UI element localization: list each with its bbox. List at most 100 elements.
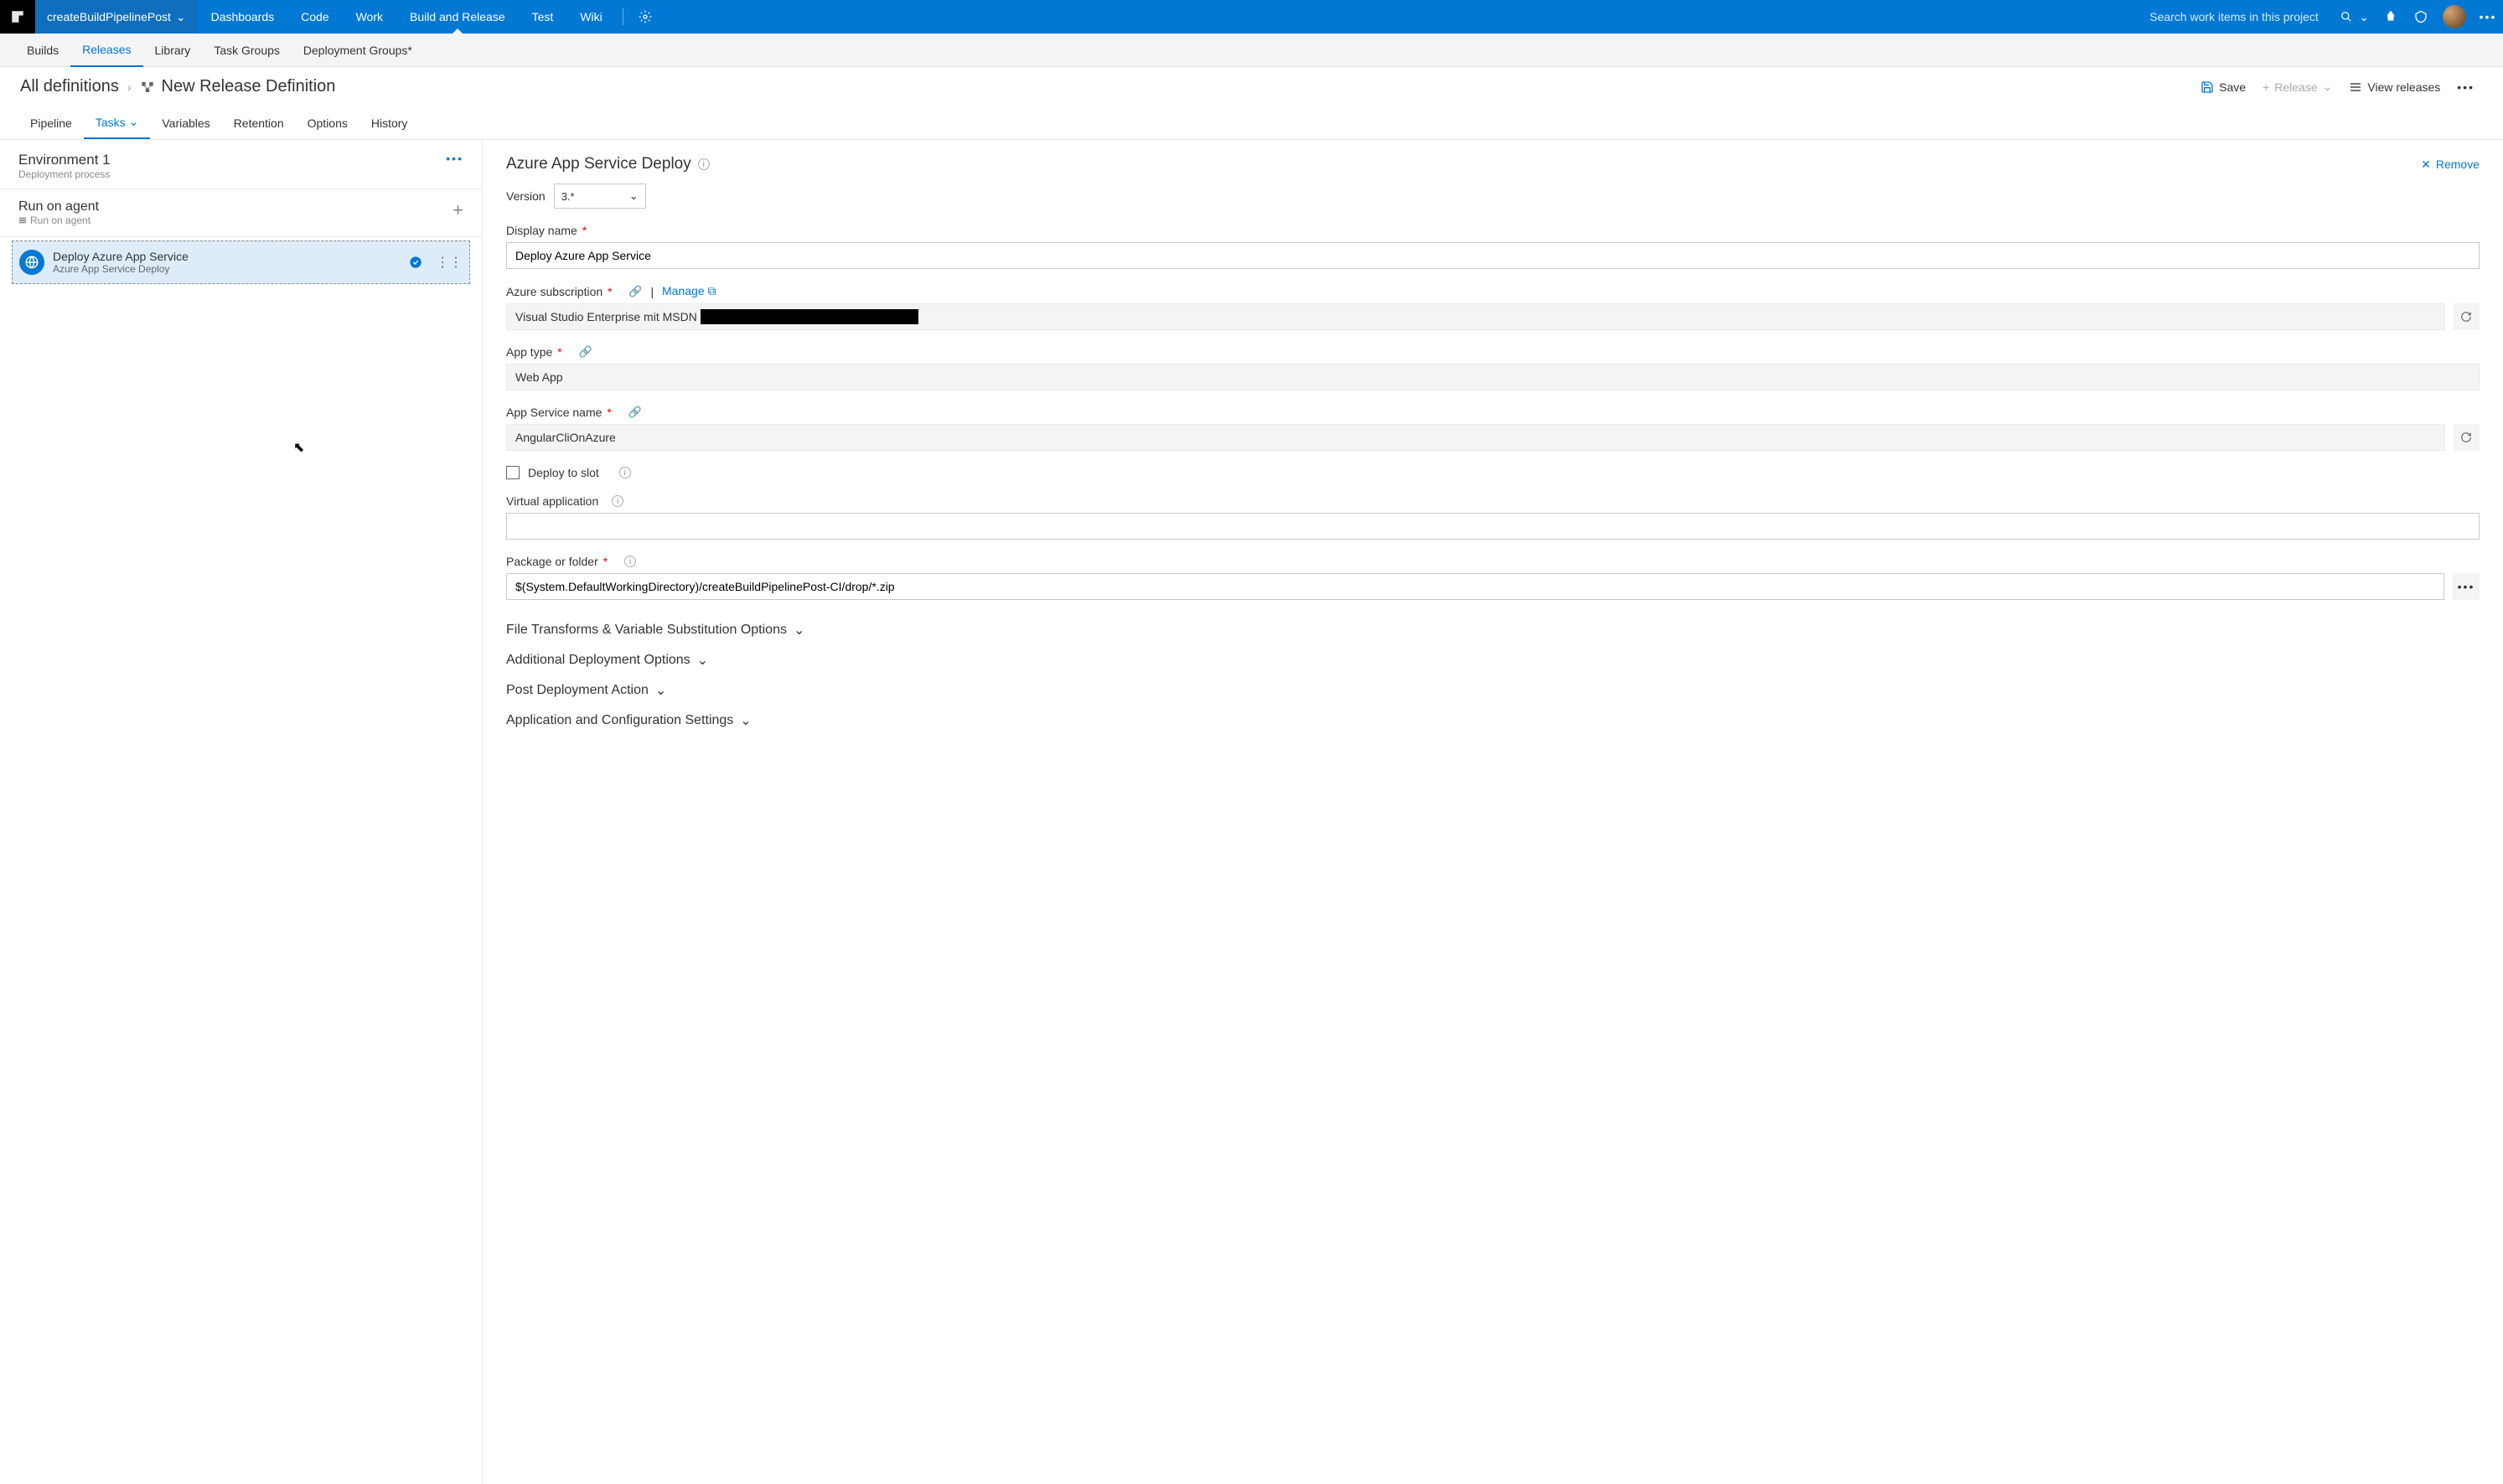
- task-subtitle: Azure App Service Deploy: [53, 263, 189, 275]
- nav-dashboards[interactable]: Dashboards: [198, 0, 288, 34]
- task-list-panel: Environment 1 Deployment process ••• Run…: [0, 140, 483, 1484]
- expander-deployment-options[interactable]: Additional Deployment Options ⌄: [506, 645, 2480, 675]
- info-icon[interactable]: i: [624, 556, 636, 567]
- virtual-app-input[interactable]: [506, 513, 2480, 540]
- redacted-text: [701, 309, 918, 324]
- nav-build-release[interactable]: Build and Release: [396, 0, 519, 34]
- subnav-task-groups[interactable]: Task Groups: [202, 34, 292, 67]
- main-content: Environment 1 Deployment process ••• Run…: [0, 140, 2503, 1484]
- app-type-label: App type * 🔗: [506, 345, 2480, 359]
- deploy-to-slot-checkbox[interactable]: Deploy to slot i: [506, 466, 2480, 479]
- tab-variables[interactable]: Variables: [150, 108, 221, 138]
- tab-pipeline[interactable]: Pipeline: [18, 108, 84, 138]
- tab-tasks[interactable]: Tasks ⌄: [84, 106, 151, 139]
- chevron-down-icon: ⌄: [655, 682, 666, 699]
- close-icon: ✕: [2421, 158, 2431, 172]
- display-name-input[interactable]: [506, 242, 2480, 269]
- task-item-deploy-azure[interactable]: Deploy Azure App Service Azure App Servi…: [12, 240, 470, 284]
- view-releases-button[interactable]: View releases: [2340, 80, 2449, 94]
- remove-button[interactable]: ✕ Remove: [2421, 158, 2480, 172]
- tab-history[interactable]: History: [359, 108, 420, 138]
- panel-title: Azure App Service Deploy i: [506, 155, 710, 173]
- nav-wiki[interactable]: Wiki: [566, 0, 615, 34]
- search-input[interactable]: [2149, 10, 2334, 23]
- chevron-down-icon: ⌄: [176, 10, 186, 24]
- chevron-down-icon[interactable]: ⌄: [2359, 10, 2369, 24]
- info-icon[interactable]: i: [619, 467, 631, 478]
- browse-icon[interactable]: •••: [2453, 573, 2480, 600]
- more-icon[interactable]: •••: [2473, 0, 2503, 34]
- nav-work[interactable]: Work: [343, 0, 396, 34]
- help-icon[interactable]: [2406, 0, 2436, 34]
- add-task-icon[interactable]: +: [453, 199, 463, 221]
- task-detail-panel: Azure App Service Deploy i ✕ Remove Vers…: [483, 140, 2503, 1484]
- drag-grip-icon[interactable]: ⋮⋮: [436, 254, 463, 271]
- chevron-down-icon: ⌄: [2323, 80, 2333, 94]
- breadcrumb-root[interactable]: All definitions: [20, 77, 119, 96]
- settings-icon[interactable]: [630, 0, 660, 34]
- subnav-deployment-groups[interactable]: Deployment Groups*: [292, 34, 424, 67]
- tab-options[interactable]: Options: [296, 108, 359, 138]
- shopping-icon[interactable]: [2376, 0, 2406, 34]
- expander-post-deployment[interactable]: Post Deployment Action ⌄: [506, 675, 2480, 706]
- check-icon: [409, 256, 422, 269]
- subnav-releases[interactable]: Releases: [70, 34, 142, 67]
- virtual-app-label: Virtual application i: [506, 494, 2480, 508]
- environment-more-icon[interactable]: •••: [446, 152, 463, 165]
- environment-subtitle: Deployment process: [18, 168, 111, 180]
- info-icon[interactable]: i: [698, 158, 710, 170]
- definition-tabs: Pipeline Tasks ⌄ Variables Retention Opt…: [0, 106, 2503, 140]
- save-button[interactable]: Save: [2192, 80, 2254, 94]
- phase-subtitle: Run on agent: [18, 215, 99, 226]
- expander-app-config[interactable]: Application and Configuration Settings ⌄: [506, 706, 2480, 736]
- hub-subnav: Builds Releases Library Task Groups Depl…: [0, 34, 2503, 67]
- definition-icon: [140, 80, 155, 95]
- more-actions[interactable]: •••: [2449, 80, 2483, 94]
- titlebar: All definitions › New Release Definition…: [0, 67, 2503, 106]
- link-icon[interactable]: 🔗: [628, 285, 642, 298]
- cursor-icon: ⬉: [293, 439, 304, 456]
- project-name: createBuildPipelinePost: [47, 10, 171, 23]
- package-input[interactable]: [506, 573, 2444, 600]
- chevron-down-icon: ⌄: [794, 622, 804, 639]
- package-label: Package or folder * i: [506, 555, 2480, 568]
- display-name-label: Display name *: [506, 224, 2480, 237]
- chevron-down-icon: ⌄: [697, 652, 708, 669]
- link-icon[interactable]: 🔗: [628, 406, 642, 419]
- manage-link[interactable]: Manage ⧉: [662, 284, 716, 298]
- nav-test[interactable]: Test: [519, 0, 567, 34]
- release-button[interactable]: + Release ⌄: [2254, 80, 2340, 94]
- vsts-logo[interactable]: [0, 0, 35, 34]
- subnav-library[interactable]: Library: [143, 34, 203, 67]
- chevron-right-icon: ›: [127, 80, 132, 94]
- environment-title: Environment 1: [18, 152, 111, 168]
- app-type-select[interactable]: Web App: [506, 364, 2480, 390]
- info-icon[interactable]: i: [612, 495, 623, 507]
- azure-icon: [19, 250, 44, 275]
- search-icon[interactable]: [2340, 11, 2352, 23]
- agent-phase[interactable]: Run on agent Run on agent +: [0, 189, 482, 237]
- app-service-label: App Service name * 🔗: [506, 406, 2480, 419]
- tab-retention[interactable]: Retention: [222, 108, 296, 138]
- chevron-down-icon: ⌄: [740, 712, 751, 729]
- user-avatar[interactable]: [2443, 5, 2466, 28]
- expander-file-transforms[interactable]: File Transforms & Variable Substitution …: [506, 615, 2480, 645]
- global-topbar: createBuildPipelinePost ⌄ Dashboards Cod…: [0, 0, 2503, 34]
- phase-title: Run on agent: [18, 199, 99, 215]
- search-box[interactable]: ⌄: [2143, 10, 2376, 24]
- nav-code[interactable]: Code: [287, 0, 342, 34]
- subscription-select[interactable]: Visual Studio Enterprise mit MSDN: [506, 303, 2445, 330]
- refresh-icon[interactable]: [2454, 424, 2480, 451]
- chevron-down-icon: ⌄: [629, 189, 639, 203]
- task-title: Deploy Azure App Service: [53, 250, 189, 263]
- version-select[interactable]: 3.* ⌄: [554, 184, 646, 209]
- breadcrumb-current: New Release Definition: [162, 77, 336, 96]
- checkbox-icon[interactable]: [506, 466, 520, 479]
- subnav-builds[interactable]: Builds: [15, 34, 70, 67]
- link-icon[interactable]: 🔗: [579, 345, 592, 359]
- version-label: Version: [506, 189, 546, 203]
- project-selector[interactable]: createBuildPipelinePost ⌄: [35, 0, 198, 34]
- refresh-icon[interactable]: [2454, 303, 2480, 330]
- app-service-select[interactable]: AngularCliOnAzure: [506, 424, 2445, 451]
- environment-header[interactable]: Environment 1 Deployment process •••: [0, 140, 482, 189]
